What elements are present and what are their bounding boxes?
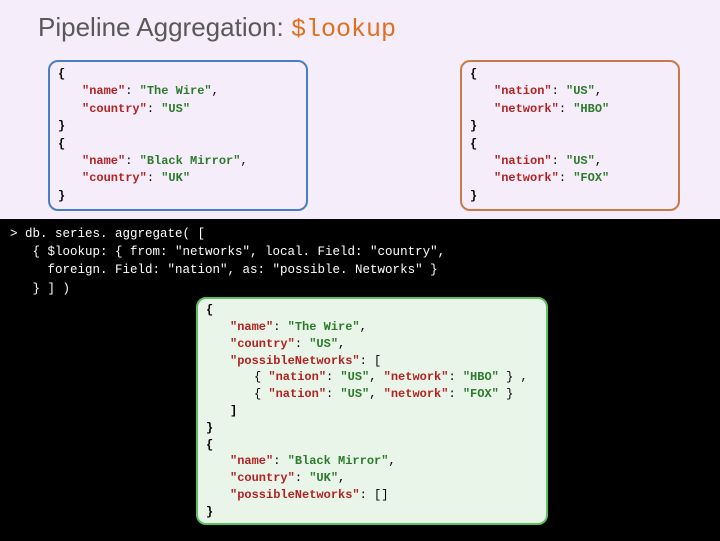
shell-line-4: } ] ) — [10, 280, 710, 298]
input-collections-row: { "name": "The Wire", "country": "US" } … — [0, 60, 720, 211]
shell-block: > db. series. aggregate( [ { $lookup: { … — [0, 219, 720, 541]
slide-title: Pipeline Aggregation: $lookup — [0, 0, 720, 54]
shell-line-3: foreign. Field: "nation", as: "possible.… — [10, 261, 710, 279]
shell-line-1: > db. series. aggregate( [ — [10, 225, 710, 243]
result-box: { "name": "The Wire", "country": "US", "… — [196, 297, 548, 525]
title-keyword: $lookup — [291, 15, 396, 44]
networks-collection-box: { "nation": "US", "network": "HBO" } { "… — [460, 60, 680, 211]
shell-line-2: { $lookup: { from: "networks", local. Fi… — [10, 243, 710, 261]
series-collection-box: { "name": "The Wire", "country": "US" } … — [48, 60, 308, 211]
title-prefix: Pipeline Aggregation: — [38, 12, 291, 42]
